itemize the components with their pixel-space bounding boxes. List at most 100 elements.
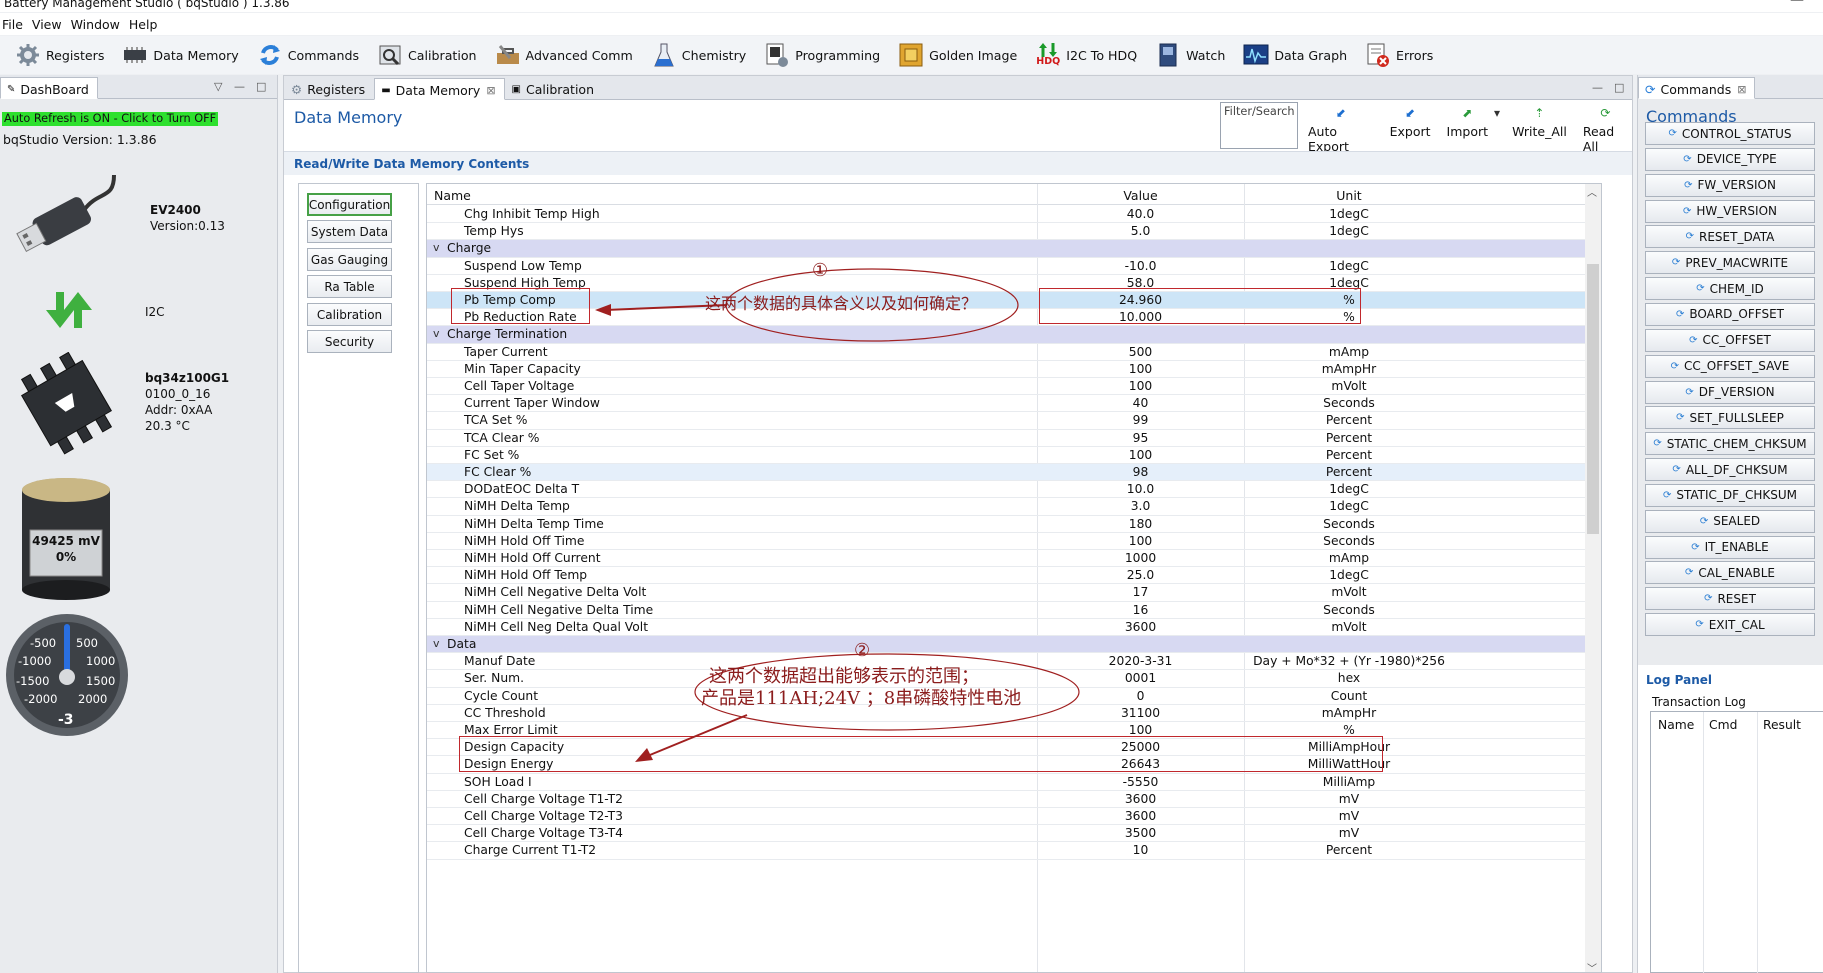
table-row[interactable]: Cell Charge Voltage T3-T4 3500 mV: [427, 825, 1599, 843]
table-row[interactable]: Min Taper Capacity 100 mAmpHr: [427, 361, 1599, 378]
table-row[interactable]: FC Set % 100 Percent: [427, 447, 1599, 464]
table-row[interactable]: Current Taper Window 40 Seconds: [427, 395, 1599, 413]
log-column-cmd[interactable]: Cmd: [1709, 718, 1737, 732]
command-device-type-button[interactable]: ⟳ DEVICE_TYPE: [1645, 147, 1815, 171]
table-row[interactable]: TCA Clear % 95 Percent: [427, 430, 1599, 447]
write-all-button[interactable]: ⇡ Write_All: [1508, 106, 1571, 154]
cell-value[interactable]: 3500: [1037, 826, 1244, 840]
minimize-button[interactable]: —: [1592, 81, 1603, 94]
command-all-df-chksum-button[interactable]: ⟳ ALL_DF_CHKSUM: [1645, 458, 1815, 482]
cell-value[interactable]: 16: [1037, 603, 1244, 617]
cell-value[interactable]: 3.0: [1037, 499, 1244, 513]
tab-registers[interactable]: ⚙ Registers: [284, 77, 374, 99]
column-value[interactable]: Value: [1037, 188, 1244, 203]
command-board-offset-button[interactable]: ⟳ BOARD_OFFSET: [1645, 302, 1815, 326]
close-icon[interactable]: ⊠: [486, 84, 495, 97]
chevron-down-icon[interactable]: v: [433, 327, 440, 340]
cell-value[interactable]: 25.0: [1037, 568, 1244, 582]
table-row[interactable]: SOH Load I -5550 MilliAmp: [427, 774, 1599, 791]
maximize-button[interactable]: □: [1614, 81, 1624, 94]
read-all-button[interactable]: ⟳ Read All: [1579, 106, 1632, 154]
table-row[interactable]: NiMH Delta Temp Time 180 Seconds: [427, 516, 1599, 533]
table-row[interactable]: DODatEOC Delta T 10.0 1degC: [427, 481, 1599, 499]
toolbar-data-memory-button[interactable]: Data Memory: [121, 41, 239, 69]
table-row[interactable]: NiMH Delta Temp 3.0 1degC: [427, 498, 1599, 516]
cell-value[interactable]: 3600: [1037, 809, 1244, 823]
cell-value[interactable]: 100: [1037, 362, 1244, 376]
scroll-down-arrow[interactable]: ﹀: [1587, 960, 1597, 972]
category-gas-gauging[interactable]: Gas Gauging: [307, 248, 392, 271]
cell-value[interactable]: 40.0: [1037, 207, 1244, 221]
cell-value[interactable]: 1000: [1037, 551, 1244, 565]
cell-value[interactable]: 10: [1037, 843, 1244, 857]
category-security[interactable]: Security: [307, 330, 392, 353]
table-row[interactable]: NiMH Hold Off Current 1000 mAmp: [427, 550, 1599, 568]
command-cc-offset-button[interactable]: ⟳ CC_OFFSET: [1645, 328, 1815, 352]
scroll-up-arrow[interactable]: ︿: [1587, 184, 1597, 199]
toolbar-commands-button[interactable]: Commands: [256, 41, 359, 69]
command-sealed-button[interactable]: ⟳ SEALED: [1645, 509, 1815, 533]
auto-export-button[interactable]: ⬋ Auto Export: [1304, 106, 1378, 154]
table-row[interactable]: Cell Charge Voltage T2-T3 3600 mV: [427, 808, 1599, 826]
cell-value[interactable]: 100: [1037, 534, 1244, 548]
command-chem-id-button[interactable]: ⟳ CHEM_ID: [1645, 277, 1815, 301]
category-calibration[interactable]: Calibration: [307, 303, 392, 326]
cell-value[interactable]: 100: [1037, 379, 1244, 393]
tab-calibration[interactable]: ▣ Calibration: [505, 77, 603, 99]
chevron-down-icon[interactable]: v: [433, 637, 440, 650]
table-group-row[interactable]: v Charge: [427, 240, 1599, 258]
cell-value[interactable]: 500: [1037, 345, 1244, 359]
cell-value[interactable]: 10.0: [1037, 482, 1244, 496]
table-row[interactable]: NiMH Hold Off Temp 25.0 1degC: [427, 567, 1599, 585]
command-static-df-chksum-button[interactable]: ⟳ STATIC_DF_CHKSUM: [1645, 483, 1815, 507]
close-icon[interactable]: ⊠: [1737, 83, 1746, 96]
column-name[interactable]: Name: [434, 188, 471, 203]
export-button[interactable]: ⬋ Export: [1386, 106, 1435, 154]
window-minimize-button[interactable]: —: [1790, 0, 1804, 8]
command-it-enable-button[interactable]: ⟳ IT_ENABLE: [1645, 535, 1815, 559]
log-column-result[interactable]: Result: [1763, 718, 1801, 732]
cell-value[interactable]: 99: [1037, 413, 1244, 427]
cell-value[interactable]: 98: [1037, 465, 1244, 479]
menu-file[interactable]: File: [0, 13, 30, 35]
command-reset-button[interactable]: ⟳ RESET: [1645, 587, 1815, 611]
toolbar-data-graph-button[interactable]: Data Graph: [1242, 41, 1347, 69]
command-reset-data-button[interactable]: ⟳ RESET_DATA: [1645, 225, 1815, 249]
category-system-data[interactable]: System Data: [307, 220, 392, 243]
chevron-down-icon[interactable]: v: [433, 241, 440, 254]
category-ra-table[interactable]: Ra Table: [307, 275, 392, 298]
toolbar-golden-image-button[interactable]: Golden Image: [897, 41, 1017, 69]
table-row[interactable]: Cell Charge Voltage T1-T2 3600 mV: [427, 791, 1599, 808]
table-row[interactable]: NiMH Cell Neg Delta Qual Volt 3600 mVolt: [427, 619, 1599, 636]
cell-value[interactable]: 3600: [1037, 792, 1244, 806]
view-menu-button[interactable]: ▽: [214, 80, 222, 93]
toolbar-errors-button[interactable]: Errors: [1364, 41, 1433, 69]
command-hw-version-button[interactable]: ⟳ HW_VERSION: [1645, 199, 1815, 223]
command-fw-version-button[interactable]: ⟳ FW_VERSION: [1645, 173, 1815, 197]
import-button[interactable]: ⬈ Import: [1443, 106, 1493, 154]
toolbar-i2c-to-hdq-button[interactable]: HDQ I2C To HDQ: [1034, 41, 1137, 69]
command-cc-offset-save-button[interactable]: ⟳ CC_OFFSET_SAVE: [1645, 354, 1815, 378]
table-row[interactable]: Charge Current T1-T2 10 Percent: [427, 842, 1599, 860]
cell-value[interactable]: 17: [1037, 585, 1244, 599]
minimize-button[interactable]: —: [234, 80, 245, 93]
menu-window[interactable]: Window: [69, 13, 127, 35]
import-dropdown[interactable]: ▾: [1494, 106, 1500, 154]
log-column-name[interactable]: Name: [1658, 718, 1694, 732]
command-cal-enable-button[interactable]: ⟳ CAL_ENABLE: [1645, 561, 1815, 585]
tab-commands[interactable]: ⟳ Commands ⊠: [1638, 77, 1756, 99]
scrollbar-thumb[interactable]: [1587, 264, 1599, 534]
cell-value[interactable]: 40: [1037, 396, 1244, 410]
command-df-version-button[interactable]: ⟳ DF_VERSION: [1645, 380, 1815, 404]
cell-value[interactable]: 5.0: [1037, 224, 1244, 238]
menu-view[interactable]: View: [30, 13, 69, 35]
command-static-chem-chksum-button[interactable]: ⟳ STATIC_CHEM_CHKSUM: [1645, 432, 1815, 456]
toolbar-programming-button[interactable]: Programming: [763, 41, 880, 69]
cell-value[interactable]: 100: [1037, 448, 1244, 462]
cell-value[interactable]: 180: [1037, 517, 1244, 531]
tab-data-memory[interactable]: ▬ Data Memory ⊠: [374, 78, 505, 100]
column-unit[interactable]: Unit: [1244, 188, 1454, 203]
table-row[interactable]: TCA Set % 99 Percent: [427, 412, 1599, 430]
toolbar-watch-button[interactable]: Watch: [1154, 41, 1225, 69]
table-row[interactable]: NiMH Hold Off Time 100 Seconds: [427, 533, 1599, 550]
